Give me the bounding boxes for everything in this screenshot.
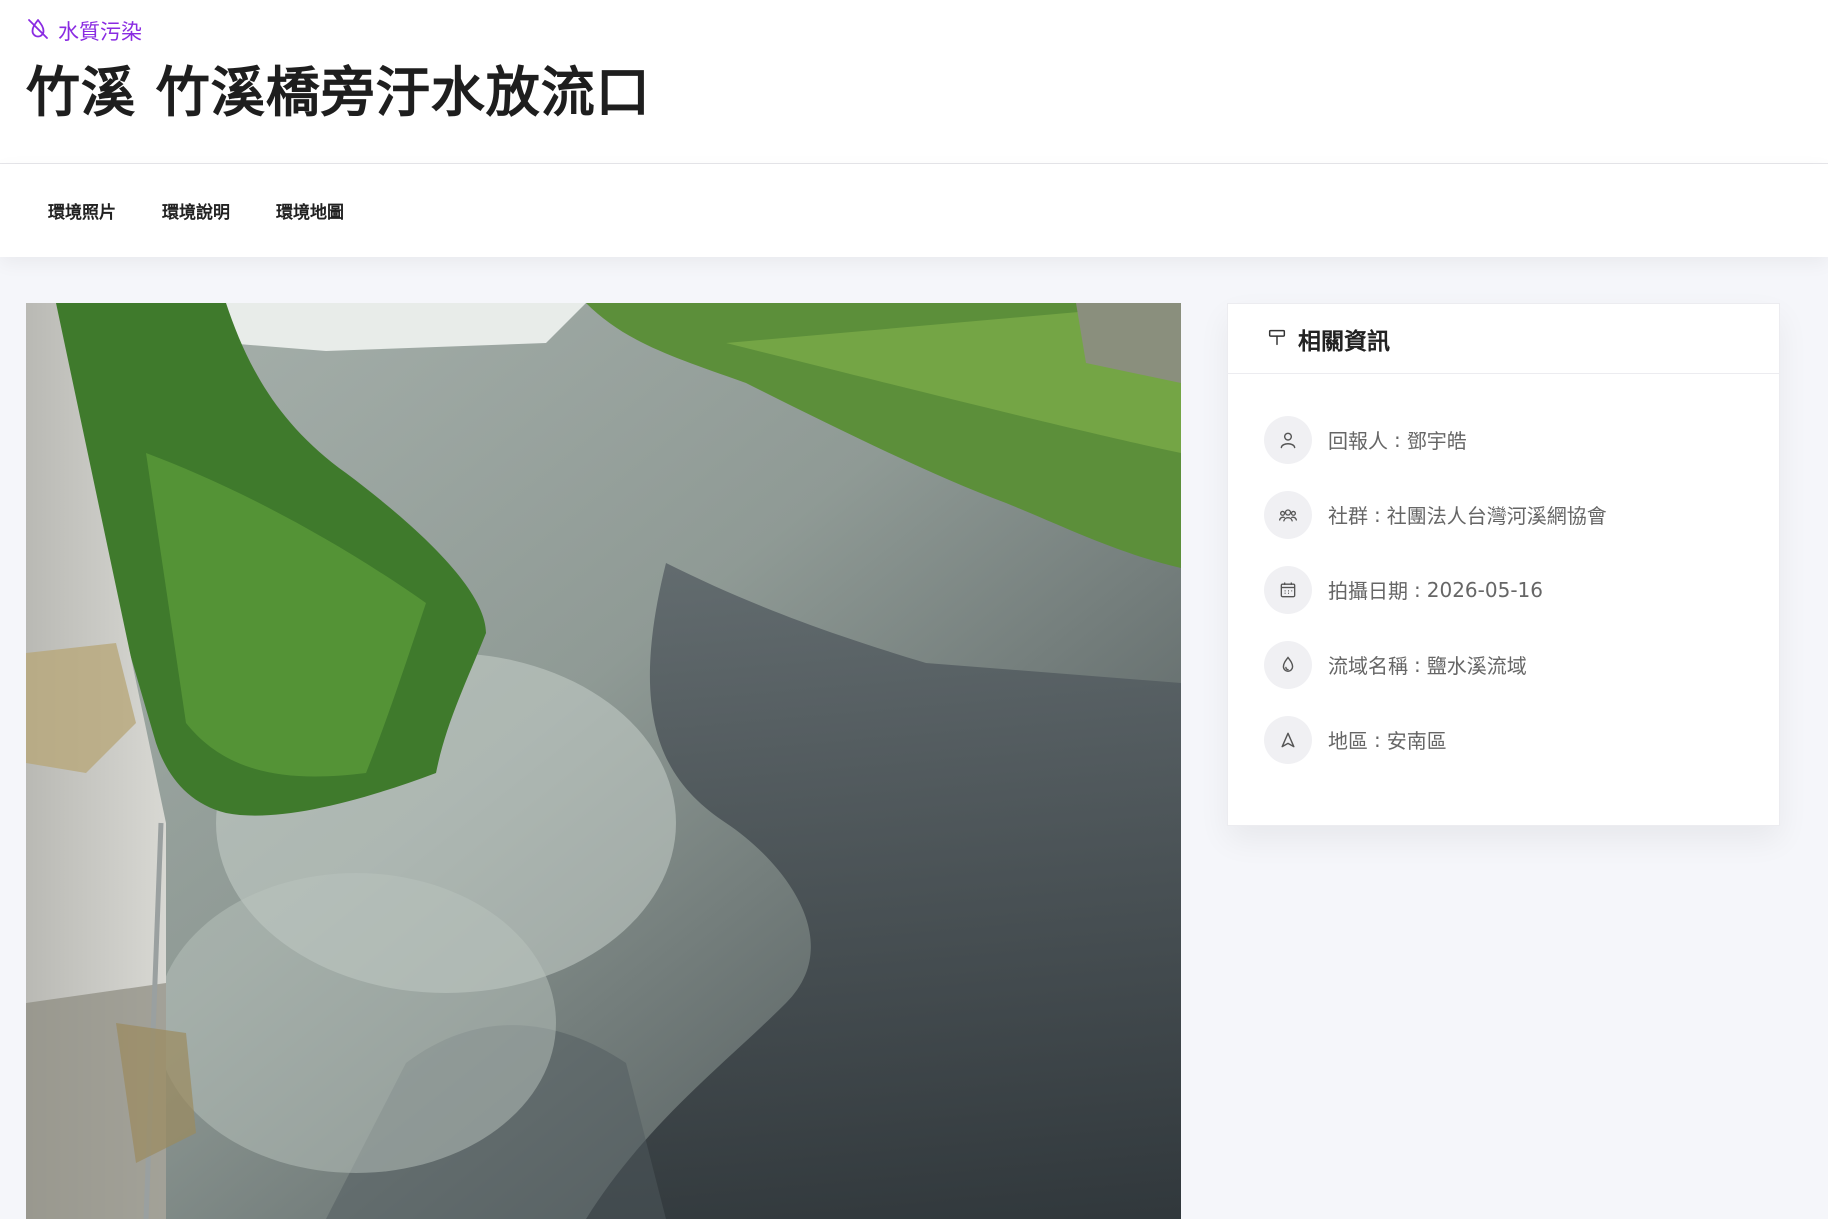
related-info-card: 相關資訊 回報人 : 鄧宇皓 社群 : 社團法人台灣河溪網協會 拍攝日期 : 2…: [1227, 303, 1780, 826]
info-label: 拍攝日期: [1328, 579, 1408, 603]
group-icon: [1264, 490, 1312, 539]
info-item-district: 地區 : 安南區: [1264, 702, 1779, 777]
info-value: 鄧宇皓: [1406, 429, 1467, 453]
page-title: 竹溪 竹溪橋旁汙水放流口: [26, 61, 651, 124]
tab-description[interactable]: 環境說明: [162, 198, 230, 223]
info-label: 地區: [1328, 729, 1368, 753]
info-card-title: 相關資訊: [1298, 328, 1390, 355]
info-value: 社團法人台灣河溪網協會: [1386, 504, 1607, 528]
water-drop-icon: [1264, 640, 1312, 689]
info-label: 回報人: [1328, 429, 1388, 453]
water-drop-off-icon: [26, 17, 50, 46]
info-item-date: 拍攝日期 : 2026-05-16: [1264, 552, 1779, 627]
river-photo-image: [26, 303, 1181, 1219]
info-list: 回報人 : 鄧宇皓 社群 : 社團法人台灣河溪網協會 拍攝日期 : 2026-0…: [1228, 374, 1779, 777]
info-label: 社群: [1328, 504, 1368, 528]
info-card-header: 相關資訊: [1228, 304, 1779, 374]
user-icon: [1264, 415, 1312, 464]
page-header: 水質污染 竹溪 竹溪橋旁汙水放流口: [0, 0, 1828, 163]
info-item-reporter: 回報人 : 鄧宇皓: [1264, 402, 1779, 477]
info-label: 流域名稱: [1328, 654, 1408, 678]
category-label: 水質污染: [58, 20, 142, 44]
location-arrow-icon: [1264, 715, 1312, 764]
category-badge[interactable]: 水質污染: [26, 16, 142, 46]
info-item-basin: 流域名稱 : 鹽水溪流域: [1264, 627, 1779, 702]
info-value: 鹽水溪流域: [1426, 654, 1527, 678]
pin-icon: [1266, 326, 1288, 352]
info-item-community: 社群 : 社團法人台灣河溪網協會: [1264, 477, 1779, 552]
tab-map[interactable]: 環境地圖: [276, 198, 344, 223]
calendar-icon: [1264, 565, 1312, 614]
environment-photo[interactable]: [26, 303, 1181, 1219]
info-value: 2026-05-16: [1426, 577, 1543, 602]
tab-bar: 環境照片 環境說明 環境地圖: [0, 164, 1828, 257]
info-value: 安南區: [1386, 729, 1447, 753]
tab-photos[interactable]: 環境照片: [48, 198, 116, 223]
